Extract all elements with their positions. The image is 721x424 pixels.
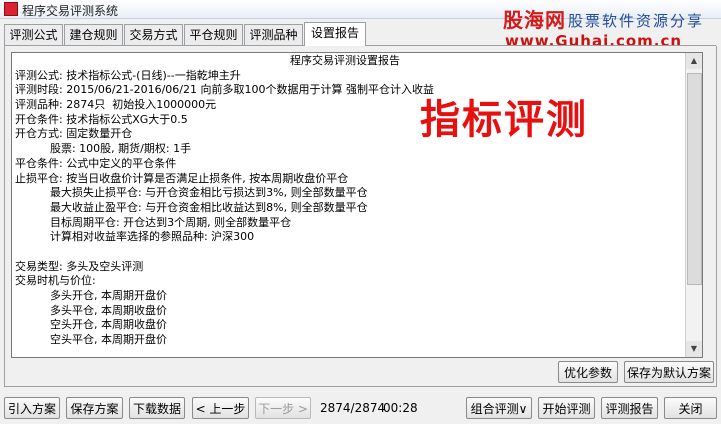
app-icon bbox=[4, 2, 18, 16]
report-line: 股票: 100股, 期货/期权: 1手 bbox=[15, 142, 192, 156]
report-line: 评测时段: 2015/06/21-2016/06/21 向前多取100个数据用于… bbox=[15, 83, 434, 97]
report-textarea[interactable]: 程序交易评测设置报告 评测公式: 技术指标公式-(日线)--一指乾坤主升 评测时… bbox=[11, 52, 703, 358]
combo-evaluate-label: 组合评测 bbox=[470, 402, 519, 416]
tab-settings-report[interactable]: 设置报告 bbox=[304, 22, 366, 46]
report-line: 止损平仓: 按当日收盘价计算是否满足止损条件, 按本周期收盘价平仓 bbox=[15, 171, 349, 185]
report-line: 最大收益止盈平仓: 与开仓资金相比收益达到8%, 则全部数量平仓 bbox=[15, 200, 368, 214]
watermark-logo: 股海网 bbox=[503, 4, 566, 33]
import-plan-button[interactable]: 引入方案 bbox=[4, 397, 60, 419]
report-line: 目标周期平仓: 开仓达到3个周期, 则全部数量平仓 bbox=[15, 215, 292, 229]
report-line: 交易类型: 多头及空头评测 bbox=[15, 259, 144, 273]
tab-close-rules[interactable]: 平仓规则 bbox=[184, 24, 243, 45]
report-line: 空头开仓, 本周期收盘价 bbox=[15, 318, 167, 332]
combo-evaluate-dropdown[interactable]: 组合评测∨ bbox=[466, 397, 532, 419]
evaluate-report-button[interactable]: 评测报告 bbox=[601, 397, 658, 419]
close-button[interactable]: 关闭 bbox=[664, 397, 717, 419]
report-line: 交易时机与价位: bbox=[15, 274, 96, 288]
report-line: 最大损失止损平仓: 与开仓资金相比亏损达到3%, 则全部数量平仓 bbox=[15, 186, 368, 200]
prev-step-button[interactable]: < 上一步 bbox=[192, 397, 249, 419]
watermark-logo-part2: 海网 bbox=[524, 8, 566, 32]
watermark-logo-part1: 股 bbox=[503, 8, 524, 32]
tab-formula[interactable]: 评测公式 bbox=[4, 24, 63, 45]
report-line: 多头平仓, 本周期收盘价 bbox=[15, 303, 167, 317]
elapsed-time: 00:28 bbox=[383, 401, 418, 415]
scroll-up-arrow-icon[interactable]: ▲ bbox=[686, 53, 702, 69]
start-evaluate-button[interactable]: 开始评测 bbox=[538, 397, 595, 419]
report-line: 多头开仓, 本周期开盘价 bbox=[15, 289, 167, 302]
report-line: 计算相对收益率选择的参照品种: 沪深300 bbox=[15, 230, 255, 244]
tab-instruments[interactable]: 评测品种 bbox=[244, 24, 303, 45]
watermark-slogan: 股票软件资源分享 bbox=[568, 12, 705, 30]
progress-count: 2874/2874 bbox=[320, 401, 386, 415]
overlay-caption: 指标评测 bbox=[420, 97, 588, 143]
report-line bbox=[15, 245, 675, 260]
chevron-down-icon: ∨ bbox=[518, 402, 528, 416]
tab-trade-mode[interactable]: 交易方式 bbox=[124, 24, 183, 45]
settings-report-panel: 程序交易评测设置报告 评测公式: 技术指标公式-(日线)--一指乾坤主升 评测时… bbox=[4, 46, 717, 387]
report-line: 空头平仓, 本周期开盘价 bbox=[15, 333, 167, 347]
next-step-button[interactable]: 下一步 > bbox=[255, 397, 311, 419]
save-plan-button[interactable]: 保存方案 bbox=[66, 397, 123, 419]
scroll-down-arrow-icon[interactable]: ▼ bbox=[686, 341, 702, 357]
scroll-thumb[interactable] bbox=[687, 73, 702, 285]
window-title: 程序交易评测系统 bbox=[22, 4, 119, 18]
tab-open-rules[interactable]: 建仓规则 bbox=[64, 24, 123, 45]
optimize-params-button[interactable]: 优化参数 bbox=[558, 361, 618, 383]
save-as-default-button[interactable]: 保存为默认方案 bbox=[624, 361, 714, 383]
report-scrollbar[interactable]: ▲ ▼ bbox=[685, 53, 702, 357]
report-title: 程序交易评测设置报告 bbox=[290, 54, 400, 67]
report-line: 评测公式: 技术指标公式-(日线)--一指乾坤主升 bbox=[15, 68, 241, 82]
report-line: 平仓条件: 公式中定义的平仓条件 bbox=[15, 156, 177, 170]
download-data-button[interactable]: 下载数据 bbox=[129, 397, 185, 419]
